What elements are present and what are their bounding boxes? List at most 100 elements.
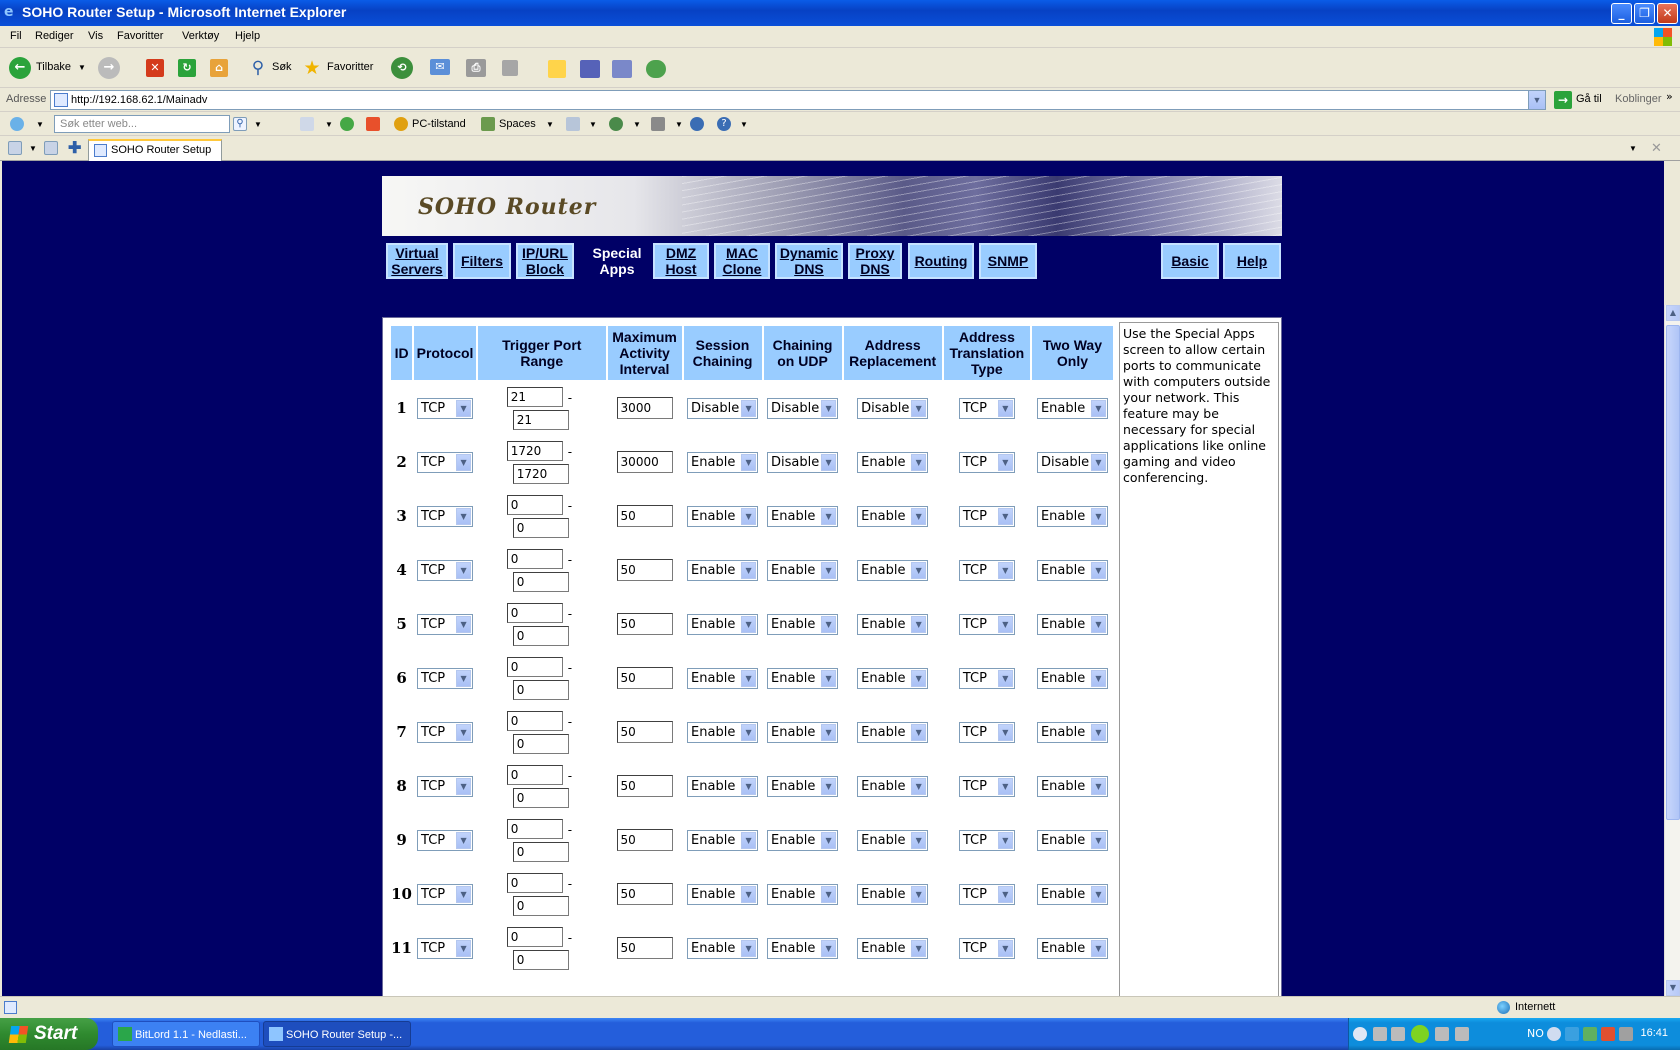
protocol-select[interactable]: TCP ▼ — [417, 829, 474, 851]
nav-basic[interactable]: Basic — [1161, 243, 1219, 279]
maximize-button[interactable]: ❐ — [1634, 3, 1655, 24]
translation-type-select[interactable]: TCP ▼ — [958, 883, 1015, 905]
port-from-input[interactable]: 0 — [506, 495, 563, 515]
close-button[interactable]: ✕ — [1657, 3, 1678, 24]
port-from-input[interactable]: 0 — [506, 603, 563, 623]
favorites-center-dropdown-icon[interactable]: ▼ — [29, 144, 37, 153]
favorites-star-icon[interactable]: ★ — [301, 57, 323, 79]
chevron-down-icon[interactable]: ▼ — [741, 561, 757, 579]
nav-dynamic-dns[interactable]: Dynamic DNS — [775, 243, 843, 279]
rss-dropdown-icon[interactable]: ▼ — [675, 120, 683, 129]
messenger-dropdown-icon[interactable]: ▼ — [633, 120, 641, 129]
contacts-icon[interactable] — [646, 60, 666, 78]
chaining-udp-select[interactable]: Disable ▼ — [767, 451, 839, 473]
address-dropdown-icon[interactable]: ▼ — [1528, 91, 1545, 109]
address-replacement-select[interactable]: Enable ▼ — [857, 829, 929, 851]
address-replacement-select[interactable]: Enable ▼ — [857, 883, 929, 905]
chevron-down-icon[interactable]: ▼ — [456, 831, 472, 849]
back-arrow-icon[interactable]: ← — [9, 57, 31, 79]
forward-arrow-icon[interactable]: → — [98, 57, 120, 79]
nav-ip-url-block[interactable]: IP/URL Block — [516, 243, 574, 279]
session-chaining-select[interactable]: Enable ▼ — [687, 721, 759, 743]
port-to-input[interactable]: 0 — [512, 788, 569, 808]
port-to-input[interactable]: 0 — [512, 572, 569, 592]
chevron-down-icon[interactable]: ▼ — [911, 399, 927, 417]
translation-type-select[interactable]: TCP ▼ — [958, 721, 1015, 743]
power-icon[interactable] — [690, 117, 704, 131]
two-way-select[interactable]: Enable ▼ — [1036, 613, 1108, 635]
back-button-label[interactable]: Tilbake — [36, 61, 71, 73]
address-replacement-select[interactable]: Enable ▼ — [857, 667, 929, 689]
two-way-select[interactable]: Enable ▼ — [1036, 505, 1108, 527]
media-prev-icon[interactable] — [1391, 1027, 1405, 1041]
chevron-down-icon[interactable]: ▼ — [997, 399, 1013, 417]
interval-input[interactable]: 50 — [616, 505, 673, 527]
media-icon[interactable] — [1353, 1027, 1367, 1041]
chevron-down-icon[interactable]: ▼ — [821, 561, 837, 579]
menu-edit[interactable]: Rediger — [35, 30, 74, 42]
two-way-select[interactable]: Enable ▼ — [1036, 397, 1108, 419]
session-chaining-select[interactable]: Enable ▼ — [687, 775, 759, 797]
translation-type-select[interactable]: TCP ▼ — [958, 451, 1015, 473]
go-button[interactable]: Gå til — [1576, 93, 1602, 105]
chevron-down-icon[interactable]: ▼ — [741, 669, 757, 687]
vertical-scrollbar[interactable]: ▲ ▼ — [1664, 305, 1680, 996]
protocol-select[interactable]: TCP ▼ — [417, 451, 474, 473]
menu-help[interactable]: Hjelp — [235, 30, 260, 42]
chevron-down-icon[interactable]: ▼ — [821, 777, 837, 795]
protocol-select[interactable]: TCP ▼ — [417, 937, 474, 959]
chevron-down-icon[interactable]: ▼ — [1090, 561, 1106, 579]
mail-icon[interactable]: ✉ — [430, 59, 450, 75]
chaining-udp-select[interactable]: Enable ▼ — [767, 829, 839, 851]
port-to-input[interactable]: 0 — [512, 950, 569, 970]
edit-icon[interactable] — [502, 60, 518, 76]
chaining-udp-select[interactable]: Disable ▼ — [767, 397, 839, 419]
chevron-down-icon[interactable]: ▼ — [997, 777, 1013, 795]
research-icon[interactable] — [612, 60, 632, 78]
chevron-down-icon[interactable]: ▼ — [1090, 939, 1106, 957]
chevron-down-icon[interactable]: ▼ — [911, 723, 927, 741]
chevron-down-icon[interactable]: ▼ — [821, 399, 837, 417]
interval-input[interactable]: 50 — [616, 883, 673, 905]
mail-toolbar-icon[interactable] — [566, 117, 580, 131]
note-icon[interactable] — [548, 60, 566, 78]
pc-state-button[interactable]: PC-tilstand — [412, 118, 466, 130]
chevron-down-icon[interactable]: ▼ — [741, 453, 757, 471]
interval-input[interactable]: 50 — [616, 559, 673, 581]
network-icon[interactable] — [1565, 1027, 1579, 1041]
two-way-select[interactable]: Enable ▼ — [1036, 829, 1108, 851]
chevron-down-icon[interactable]: ▼ — [821, 615, 837, 633]
tray-app2-icon[interactable] — [1619, 1027, 1633, 1041]
address-input[interactable]: http://192.168.62.1/Mainadv ▼ — [50, 90, 1546, 110]
spaces-dropdown-icon[interactable]: ▼ — [546, 120, 554, 129]
port-from-input[interactable]: 21 — [506, 387, 563, 407]
print-icon[interactable]: ⎙ — [466, 59, 486, 77]
interval-input[interactable]: 50 — [616, 613, 673, 635]
translation-type-select[interactable]: TCP ▼ — [958, 937, 1015, 959]
media-pause-icon[interactable] — [1411, 1025, 1429, 1043]
add-favorite-icon[interactable] — [44, 141, 58, 155]
address-replacement-select[interactable]: Enable ▼ — [857, 451, 929, 473]
session-chaining-select[interactable]: Enable ▼ — [687, 883, 759, 905]
chevron-down-icon[interactable]: ▼ — [997, 561, 1013, 579]
interval-input[interactable]: 50 — [616, 775, 673, 797]
interval-input[interactable]: 50 — [616, 937, 673, 959]
session-chaining-select[interactable]: Enable ▼ — [687, 937, 759, 959]
butterfly-icon[interactable] — [366, 117, 380, 131]
chevron-down-icon[interactable]: ▼ — [911, 939, 927, 957]
nav-snmp[interactable]: SNMP — [979, 243, 1037, 279]
protocol-select[interactable]: TCP ▼ — [417, 397, 474, 419]
chevron-down-icon[interactable]: ▼ — [911, 777, 927, 795]
chevron-down-icon[interactable]: ▼ — [821, 669, 837, 687]
chevron-down-icon[interactable]: ▼ — [1090, 831, 1106, 849]
scroll-down-icon[interactable]: ▼ — [1666, 980, 1680, 996]
protocol-select[interactable]: TCP ▼ — [417, 883, 474, 905]
chevron-down-icon[interactable]: ▼ — [456, 615, 472, 633]
help-dropdown-icon[interactable]: ▼ — [740, 120, 748, 129]
translation-type-select[interactable]: TCP ▼ — [958, 829, 1015, 851]
menu-file[interactable]: Fil — [10, 30, 22, 42]
chaining-udp-select[interactable]: Enable ▼ — [767, 937, 839, 959]
menu-view[interactable]: Vis — [88, 30, 103, 42]
address-replacement-select[interactable]: Enable ▼ — [857, 721, 929, 743]
nav-help[interactable]: Help — [1223, 243, 1281, 279]
